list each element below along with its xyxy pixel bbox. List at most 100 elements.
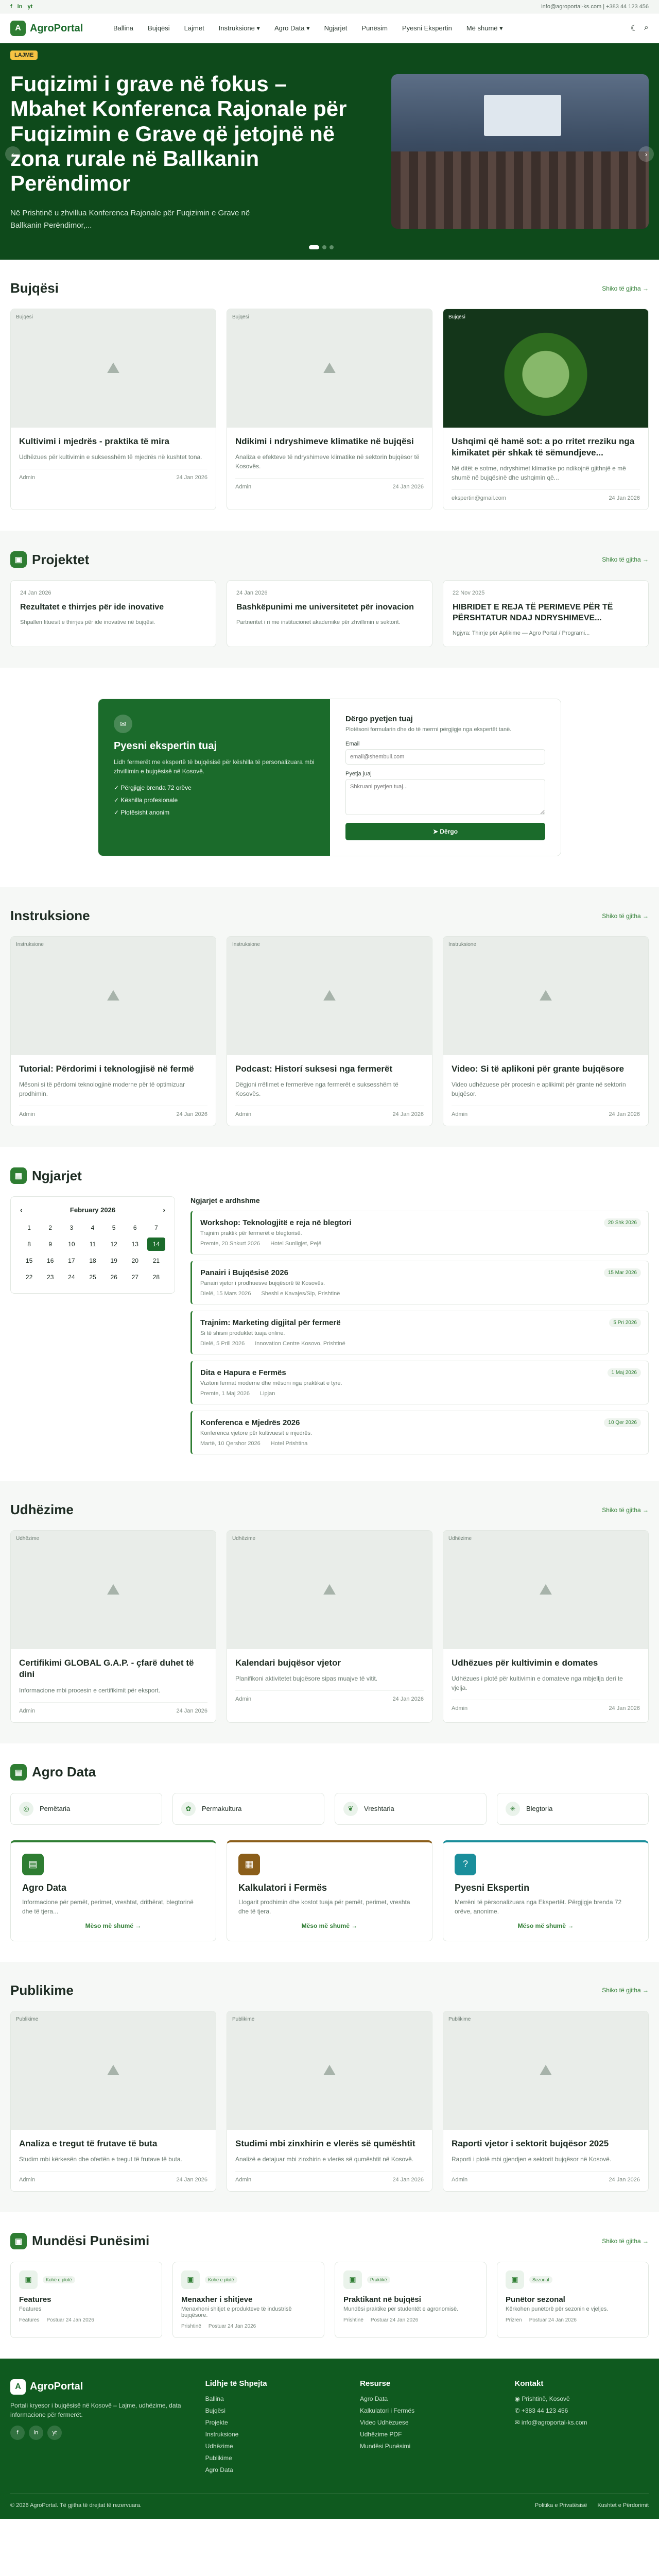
article-card[interactable]: Publikime ⛰ Studimi mbi zinxhirin e vlerë… — [227, 2010, 432, 2192]
project-title[interactable]: Bashkëpunimi me universitetet për inovac… — [236, 602, 423, 613]
calendar-day[interactable]: 17 — [62, 1254, 80, 1267]
card-title[interactable]: Ndikimi i ndryshimeve klimatike në bujqë… — [235, 436, 424, 447]
card-title[interactable]: Analiza e tregut të frutave të buta — [19, 2138, 207, 2149]
dark-mode-icon[interactable]: ☾ — [631, 23, 638, 33]
terms-link[interactable]: Kushtet e Përdorimit — [597, 2502, 649, 2509]
job-title[interactable]: Praktikant në bujqësi — [343, 2295, 478, 2304]
article-card[interactable]: Instruksione ⛰ Tutorial: Përdorimi i tekn… — [10, 936, 216, 1127]
hero-title[interactable]: Fuqizimi i grave në fokus – Mbahet Konfe… — [10, 72, 366, 196]
nav-ballina[interactable]: Ballina — [113, 24, 133, 32]
card-title[interactable]: Raporti vjetor i sektorit bujqësor 2025 — [452, 2138, 640, 2149]
calendar-day[interactable]: 1 — [20, 1221, 38, 1234]
see-all-link[interactable]: Shiko të gjitha → — [602, 556, 649, 563]
calendar-day[interactable]: 22 — [20, 1270, 38, 1284]
event-item[interactable]: 10 Qer 2026 Konferenca e Mjedrës 2026 Konf… — [190, 1411, 649, 1455]
nav-lajmet[interactable]: Lajmet — [184, 24, 204, 32]
card-title[interactable]: Tutorial: Përdorimi i teknologjisë në fe… — [19, 1063, 207, 1075]
project-card[interactable]: 22 Nov 2025 HIBRIDET E REJA TË PERIMEVE P… — [443, 580, 649, 648]
footer-link[interactable]: Kalkulatori i Fermës — [360, 2407, 494, 2414]
card-title[interactable]: Udhëzues për kultivimin e domates — [452, 1657, 640, 1669]
see-all-link[interactable]: Shiko të gjitha → — [602, 1987, 649, 1994]
card-title[interactable]: Ushqimi që hamë sot: a po rritet rreziku… — [452, 436, 640, 459]
footer-link[interactable]: Udhëzime PDF — [360, 2431, 494, 2438]
nav-ngjarjet[interactable]: Ngjarjet — [324, 24, 348, 32]
youtube-icon[interactable]: yt — [47, 2425, 62, 2440]
footer-link[interactable]: Video Udhëzuese — [360, 2419, 494, 2426]
calendar-prev-icon[interactable]: ‹ — [20, 1206, 22, 1214]
calendar-next-icon[interactable]: › — [163, 1206, 165, 1214]
footer-email[interactable]: ✉ info@agroportal-ks.com — [515, 2419, 649, 2426]
calendar-day[interactable]: 16 — [41, 1254, 59, 1267]
category-chip[interactable]: ✿ Permakultura — [172, 1792, 324, 1825]
footer-link[interactable]: Bujqësi — [205, 2407, 339, 2414]
card-title[interactable]: Kultivimi i mjedrës - praktika të mira — [19, 436, 207, 447]
article-card[interactable]: Publikime ⛰ Analiza e tregut të frutave t… — [10, 2010, 216, 2192]
see-all-link[interactable]: Shiko të gjitha → — [602, 285, 649, 292]
see-all-link[interactable]: Shiko të gjitha → — [602, 1506, 649, 1514]
job-card[interactable]: ▣ Kohë e plotë Menaxher i shitjeve Menaxhon… — [172, 2261, 324, 2338]
card-title[interactable]: Certifikimi GLOBAL G.A.P. - çfarë duhet … — [19, 1657, 207, 1680]
search-icon[interactable]: ⌕ — [644, 23, 649, 33]
calendar-day[interactable]: 3 — [62, 1221, 80, 1234]
nav-instruksione[interactable]: Instruksione ▾ — [219, 24, 260, 32]
article-card[interactable]: Bujqësi ⛰ Ndikimi i ndryshimeve klimatike… — [227, 309, 432, 511]
job-card[interactable]: ▣ Praktikë Praktikant në bujqësi Mundësi pr… — [335, 2261, 487, 2338]
card-title[interactable]: Kalendari bujqësor vjetor — [235, 1657, 424, 1669]
event-title[interactable]: Trajnim: Marketing digjital për fermerë — [200, 1318, 640, 1327]
event-item[interactable]: 1 Maj 2026 Dita e Hapura e Fermës Vizitoni… — [190, 1361, 649, 1405]
calendar-day[interactable]: 9 — [41, 1238, 59, 1251]
youtube-icon[interactable]: yt — [27, 4, 32, 10]
article-card[interactable]: Bujqësi Ushqimi që hamë sot: a po rritet… — [443, 309, 649, 511]
nav-agro-data[interactable]: Agro Data ▾ — [274, 24, 310, 32]
event-title[interactable]: Panairi i Bujqësisë 2026 — [200, 1268, 640, 1277]
footer-phone[interactable]: ✆ +383 44 123 456 — [515, 2407, 649, 2414]
article-card[interactable]: Udhëzime ⛰ Udhëzues për kultivimin e doma… — [443, 1530, 649, 1723]
facebook-icon[interactable]: f — [10, 4, 12, 10]
event-item[interactable]: 20 Shk 2026 Workshop: Teknologjitë e reja… — [190, 1211, 649, 1255]
calendar-day[interactable]: 23 — [41, 1270, 59, 1284]
card-title[interactable]: Podcast: Historí suksesi nga fermerët — [235, 1063, 424, 1075]
category-chip[interactable]: ◎ Pemëtaria — [10, 1792, 162, 1825]
email-field[interactable] — [345, 749, 545, 765]
nav-pyesni-ekspertin[interactable]: Pyesni Ekspertin — [402, 24, 452, 32]
nav-punesim[interactable]: Punësim — [361, 24, 388, 32]
send-button[interactable]: ➤ Dërgo — [345, 823, 545, 841]
footer-link[interactable]: Projekte — [205, 2419, 339, 2426]
calendar-day[interactable]: 14 — [147, 1238, 165, 1251]
calendar-day[interactable]: 2 — [41, 1221, 59, 1234]
article-card[interactable]: Instruksione ⛰ Podcast: Historí suksesi n… — [227, 936, 432, 1127]
footer-link[interactable]: Agro Data — [360, 2395, 494, 2402]
event-item[interactable]: 15 Mar 2026 Panairi i Bujqësisë 2026 Panai… — [190, 1261, 649, 1305]
article-card[interactable]: Bujqësi ⛰ Kultivimi i mjedrës - praktika … — [10, 309, 216, 511]
hero-next-icon[interactable]: › — [638, 146, 654, 162]
calendar-day[interactable]: 7 — [147, 1221, 165, 1234]
event-title[interactable]: Workshop: Teknologjitë e reja në blegtor… — [200, 1218, 640, 1227]
calendar-day[interactable]: 4 — [83, 1221, 101, 1234]
calendar-day[interactable]: 13 — [126, 1238, 144, 1251]
slider-dot[interactable] — [330, 245, 334, 249]
job-title[interactable]: Punëtor sezonal — [506, 2295, 640, 2304]
calendar-day[interactable]: 25 — [83, 1270, 101, 1284]
footer-link[interactable]: Publikime — [205, 2454, 339, 2462]
category-chip[interactable]: ❦ Vreshtaria — [335, 1792, 487, 1825]
event-title[interactable]: Dita e Hapura e Fermës — [200, 1368, 640, 1377]
card-title[interactable]: Studimi mbi zinxhirin e vlerës së qumësh… — [235, 2138, 424, 2149]
facebook-icon[interactable]: f — [10, 2425, 25, 2440]
calendar-day[interactable]: 24 — [62, 1270, 80, 1284]
job-card[interactable]: ▣ Kohë e plotë Features Features Features Pos… — [10, 2261, 162, 2338]
see-all-link[interactable]: Shiko të gjitha → — [602, 912, 649, 920]
article-card[interactable]: Udhëzime ⛰ Kalendari bujqësor vjetor Plani… — [227, 1530, 432, 1723]
job-title[interactable]: Menaxher i shitjeve — [181, 2295, 316, 2304]
linkedin-icon[interactable]: in — [18, 4, 23, 10]
calendar-day[interactable]: 12 — [105, 1238, 123, 1251]
article-card[interactable]: Publikime ⛰ Raporti vjetor i sektorit buj… — [443, 2010, 649, 2192]
footer-link[interactable]: Ballina — [205, 2395, 339, 2402]
footer-link[interactable]: Instruksione — [205, 2431, 339, 2438]
nav-me-shume[interactable]: Më shumë ▾ — [466, 24, 503, 32]
linkedin-icon[interactable]: in — [29, 2425, 43, 2440]
calendar-day[interactable]: 8 — [20, 1238, 38, 1251]
site-logo[interactable]: A AgroPortal — [10, 21, 113, 36]
calendar-day[interactable]: 19 — [105, 1254, 123, 1267]
calendar-day[interactable]: 21 — [147, 1254, 165, 1267]
project-card[interactable]: 24 Jan 2026 Bashkëpunimi me universitetet… — [227, 580, 432, 648]
